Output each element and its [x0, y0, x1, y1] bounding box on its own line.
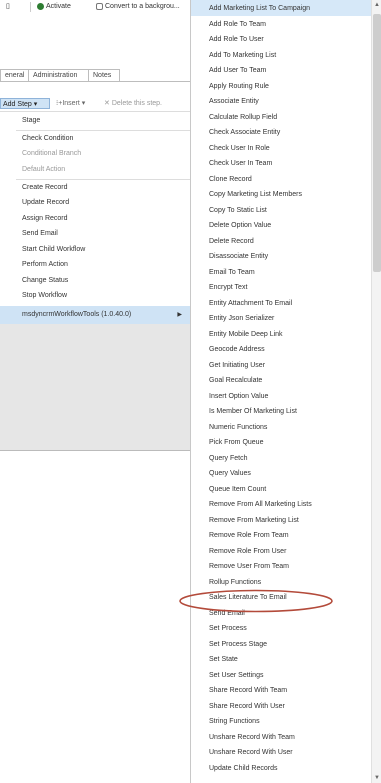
delete-label: Delete this step. [111, 100, 163, 107]
delete-step-button[interactable]: ✕ Delete this step. [104, 99, 162, 109]
menu-item-update-record[interactable]: Update Record [22, 196, 69, 209]
tab-notes-label: Notes [93, 72, 112, 79]
command-toolbar: ▯ Activate Convert to a backgrou... [0, 0, 190, 14]
menu-item-assign-record[interactable]: Assign Record [22, 212, 68, 225]
submenu-item[interactable]: Calculate Rollup Field [209, 110, 277, 126]
submenu-item[interactable]: Remove Role From Team [209, 528, 289, 544]
submenu-item[interactable]: Set Process Stage [209, 637, 267, 653]
menu-item-stop-workflow[interactable]: Stop Workflow [22, 289, 67, 302]
submenu-item[interactable]: Remove From Marketing List [209, 513, 299, 529]
submenu-item[interactable]: Entity Attachment To Email [209, 296, 292, 312]
submenu-item[interactable]: Pick From Queue [209, 435, 263, 451]
submenu-item[interactable]: Encrypt Text [209, 280, 247, 296]
submenu-item[interactable]: Update Child Records [209, 761, 277, 777]
annotation-ellipse [179, 589, 333, 613]
submenu-item[interactable]: Copy To Static List [209, 203, 267, 219]
submenu-item[interactable]: Copy Marketing List Members [209, 187, 302, 203]
annotation-ellipse-stroke [179, 589, 333, 613]
submenu-item[interactable]: Check User In Team [209, 156, 272, 172]
submenu-item[interactable]: Add To Marketing List [209, 48, 276, 64]
tab-general-label: eneral [5, 72, 25, 79]
menu-item-start-child-workflow[interactable]: Start Child Workflow [22, 243, 85, 256]
submenu-item[interactable]: Remove User From Team [209, 559, 289, 575]
menu-item-change-status[interactable]: Change Status [22, 274, 68, 287]
scroll-up-icon[interactable]: ▲ [372, 0, 381, 10]
activate-label: Activate [46, 3, 71, 10]
tab-administration-label: Administration [33, 72, 78, 79]
submenu-item[interactable]: Entity Json Serializer [209, 311, 274, 327]
submenu-item[interactable]: Clone Record [209, 172, 252, 188]
menu-item-check-condition[interactable]: Check Condition [22, 132, 73, 145]
menu-separator [16, 130, 190, 131]
submenu-item[interactable]: Check User In Role [209, 141, 270, 157]
submenu-item[interactable]: Set Process [209, 621, 247, 637]
submenu-item[interactable]: Queue Item Count [209, 482, 266, 498]
tab-administration[interactable]: Administration [28, 69, 89, 81]
submenu-item[interactable]: Numeric Functions [209, 420, 267, 436]
submenu-item[interactable]: Add Role To User [209, 32, 264, 48]
submenu-item[interactable]: Delete Record [209, 234, 254, 250]
process-canvas-background [0, 324, 190, 450]
insert-label: Insert [62, 100, 80, 107]
submenu-item[interactable]: Is Member Of Marketing List [209, 404, 297, 420]
canvas-divider [0, 450, 190, 451]
submenu-item[interactable]: Remove From All Marketing Lists [209, 497, 312, 513]
submenu-item[interactable]: Share Record With User [209, 699, 285, 715]
menu-item-send-email[interactable]: Send Email [22, 227, 58, 240]
insert-button[interactable]: ⁝+Insert ▾ [56, 99, 85, 109]
menu-item-perform-action[interactable]: Perform Action [22, 258, 68, 271]
workflow-tools-submenu: Add Marketing List To Campaign Add Role T… [190, 0, 381, 783]
activate-icon [37, 2, 44, 10]
form-tabs: eneral Administration Notes [0, 68, 190, 82]
submenu-item[interactable]: Query Values [209, 466, 251, 482]
add-step-button[interactable]: Add Step ▾ [0, 98, 50, 109]
scroll-down-icon[interactable]: ▼ [372, 773, 381, 783]
submenu-item[interactable]: Add Marketing List To Campaign [209, 1, 310, 17]
menu-item-workflow-tools[interactable]: msdyncrmWorkflowTools (1.0.40.0) [22, 308, 131, 321]
tab-notes[interactable]: Notes [88, 69, 120, 81]
submenu-item[interactable]: Query Fetch [209, 451, 248, 467]
submenu-item[interactable]: Share Record With Team [209, 683, 287, 699]
submenu-item[interactable]: Unshare Record With Team [209, 730, 295, 746]
scrollbar-thumb[interactable] [373, 14, 381, 272]
menu-item-default-action[interactable]: Default Action [22, 163, 65, 176]
submenu-item[interactable]: Set User Settings [209, 668, 263, 684]
submenu-item[interactable]: Geocode Address [209, 342, 265, 358]
toolbar-divider [30, 2, 31, 12]
menu-item-conditional-branch[interactable]: Conditional Branch [22, 147, 81, 160]
submenu-item[interactable]: Goal Recalculate [209, 373, 262, 389]
submenu-item[interactable]: Email To Team [209, 265, 255, 281]
submenu-item[interactable]: Delete Option Value [209, 218, 271, 234]
submenu-item[interactable]: Disassociate Entity [209, 249, 268, 265]
add-step-menu: Stage Check Condition Conditional Branch… [0, 112, 191, 324]
submenu-item[interactable]: Unshare Record With User [209, 745, 293, 761]
menu-item-stage[interactable]: Stage [22, 114, 40, 127]
convert-label: Convert to a backgrou... [105, 3, 180, 10]
submenu-item[interactable]: Set State [209, 652, 238, 668]
submenu-item[interactable]: Add Role To Team [209, 17, 266, 33]
submenu-item[interactable]: Insert Option Value [209, 389, 268, 405]
submenu-item[interactable]: Associate Entity [209, 94, 259, 110]
menu-separator [16, 179, 190, 180]
submenu-item[interactable]: Apply Routing Rule [209, 79, 269, 95]
submenu-item[interactable]: Check Associate Entity [209, 125, 280, 141]
submenu-item[interactable]: Get Initiating User [209, 358, 265, 374]
submenu-item[interactable]: String Functions [209, 714, 260, 730]
activate-button[interactable]: Activate [37, 2, 71, 12]
toolbar-icon[interactable]: ▯ [6, 2, 10, 12]
submenu-arrow-icon: ▶ [177, 312, 182, 318]
add-step-label: Add Step [3, 101, 32, 108]
menu-item-create-record[interactable]: Create Record [22, 181, 68, 194]
submenu-scrollbar[interactable]: ▲ ▼ [371, 0, 381, 783]
convert-icon [96, 2, 103, 10]
submenu-item[interactable]: Add User To Team [209, 63, 266, 79]
submenu-item[interactable]: Remove Role From User [209, 544, 286, 560]
steps-toolbar: Add Step ▾ ⁝+Insert ▾ ✕ Delete this step… [0, 97, 190, 112]
submenu-item[interactable]: Entity Mobile Deep Link [209, 327, 283, 343]
convert-button[interactable]: Convert to a backgrou... [96, 2, 180, 12]
